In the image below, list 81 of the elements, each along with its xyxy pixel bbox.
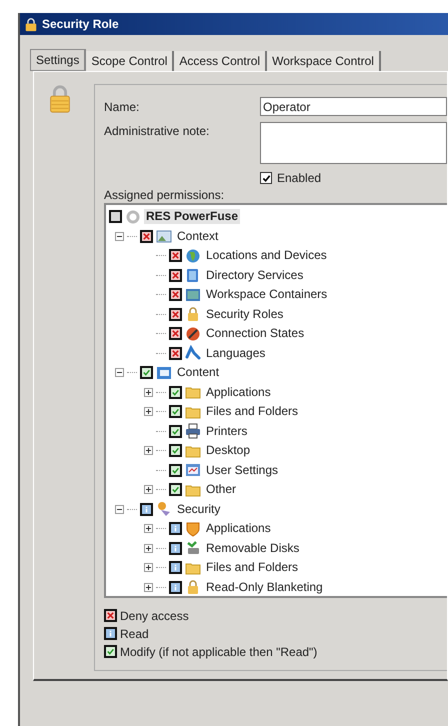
expand-toggle[interactable] bbox=[144, 407, 153, 416]
tree-item[interactable]: Content bbox=[175, 365, 222, 380]
printer-icon bbox=[185, 423, 201, 440]
disks-icon bbox=[185, 540, 201, 556]
tree-item[interactable]: Other bbox=[204, 482, 238, 498]
tree-item[interactable]: Files and Folders bbox=[204, 404, 300, 420]
tree-item[interactable]: Removable Disks bbox=[204, 540, 302, 556]
padlock-icon bbox=[24, 16, 38, 32]
permission-checkbox[interactable] bbox=[169, 308, 182, 321]
tree-item[interactable]: Context bbox=[175, 228, 220, 244]
tree-item[interactable]: Languages bbox=[204, 346, 268, 361]
tab[interactable]: Workspace Control bbox=[267, 51, 381, 71]
settings-window-icon bbox=[185, 462, 201, 478]
note-label: Administrative note: bbox=[104, 123, 210, 140]
expand-toggle[interactable] bbox=[144, 485, 153, 494]
permission-checkbox[interactable] bbox=[140, 502, 153, 516]
expand-toggle[interactable] bbox=[144, 544, 153, 553]
legend-label: Deny access bbox=[120, 608, 189, 624]
permission-checkbox[interactable] bbox=[169, 346, 182, 360]
permissions-label: Assigned permissions: bbox=[104, 188, 226, 202]
tab[interactable]: Access Control bbox=[174, 51, 268, 71]
name-label: Name: bbox=[104, 98, 140, 116]
tree-item[interactable]: Applications bbox=[204, 384, 273, 400]
tab[interactable]: Settings bbox=[30, 49, 86, 71]
expand-toggle[interactable] bbox=[144, 563, 153, 572]
landscape-card-icon bbox=[156, 228, 172, 244]
permission-checkbox[interactable] bbox=[140, 230, 153, 243]
permission-checkbox[interactable] bbox=[169, 386, 182, 399]
tree-item[interactable]: Directory Services bbox=[204, 268, 306, 283]
window-title: Security Role bbox=[42, 16, 119, 33]
tree-item[interactable]: Connection States bbox=[204, 326, 306, 342]
permission-checkbox[interactable] bbox=[169, 444, 182, 458]
collapse-toggle[interactable] bbox=[115, 504, 124, 514]
collapse-toggle[interactable] bbox=[115, 368, 124, 378]
expand-toggle[interactable] bbox=[144, 446, 153, 456]
tree-item[interactable]: Locations and Devices bbox=[204, 248, 329, 264]
padlock-icon bbox=[185, 579, 201, 596]
tree-item[interactable]: Security bbox=[175, 502, 222, 517]
legend-label: Read bbox=[120, 626, 149, 642]
permission-checkbox[interactable] bbox=[169, 327, 182, 340]
tree-item[interactable]: Printers bbox=[204, 424, 250, 439]
tree-item[interactable]: Desktop bbox=[204, 443, 252, 458]
permission-checkbox[interactable] bbox=[169, 542, 182, 555]
permission-checkbox[interactable] bbox=[169, 268, 182, 282]
permission-checkbox[interactable] bbox=[104, 609, 117, 622]
tree-item[interactable]: Files and Folders bbox=[204, 560, 300, 576]
expand-toggle[interactable] bbox=[144, 582, 153, 592]
permission-checkbox[interactable] bbox=[169, 522, 182, 536]
expand-toggle[interactable] bbox=[144, 388, 153, 397]
padlock-icon bbox=[48, 84, 72, 114]
tree-item[interactable]: Security Roles bbox=[204, 306, 286, 322]
monitor-icon bbox=[185, 286, 201, 303]
collapse-toggle[interactable] bbox=[115, 232, 124, 241]
tree-item[interactable]: Read-Only Blanketing bbox=[204, 580, 325, 595]
permission-checkbox[interactable] bbox=[169, 405, 182, 418]
globe-icon bbox=[185, 248, 201, 264]
note-field[interactable] bbox=[260, 122, 447, 164]
expand-toggle[interactable] bbox=[144, 524, 153, 534]
permission-checkbox[interactable] bbox=[169, 561, 182, 574]
name-field[interactable]: Operator bbox=[260, 97, 447, 116]
permission-checkbox[interactable] bbox=[140, 366, 153, 380]
window-icon bbox=[156, 364, 172, 381]
permission-checkbox[interactable] bbox=[169, 288, 182, 302]
tree-item[interactable]: User Settings bbox=[204, 462, 280, 478]
padlock-icon bbox=[185, 306, 201, 322]
permission-checkbox[interactable] bbox=[104, 627, 117, 640]
enabled-label: Enabled bbox=[277, 170, 322, 187]
permission-checkbox[interactable] bbox=[169, 424, 182, 438]
permission-checkbox[interactable] bbox=[169, 464, 182, 477]
permission-checkbox[interactable] bbox=[104, 645, 117, 658]
tab[interactable]: Scope Control bbox=[86, 51, 174, 71]
tree-item[interactable]: Workspace Containers bbox=[204, 287, 330, 302]
permission-checkbox[interactable] bbox=[169, 249, 182, 262]
permission-checkbox[interactable] bbox=[169, 483, 182, 496]
permission-checkbox[interactable] bbox=[109, 210, 122, 224]
legend-label: Modify (if not applicable then "Read") bbox=[120, 644, 318, 660]
permission-checkbox[interactable] bbox=[169, 580, 182, 594]
shield-icon bbox=[185, 520, 201, 537]
tree-item[interactable]: Applications bbox=[204, 521, 273, 536]
enabled-checkbox[interactable] bbox=[260, 172, 272, 184]
tree-item[interactable]: RES PowerFuse bbox=[144, 209, 240, 224]
